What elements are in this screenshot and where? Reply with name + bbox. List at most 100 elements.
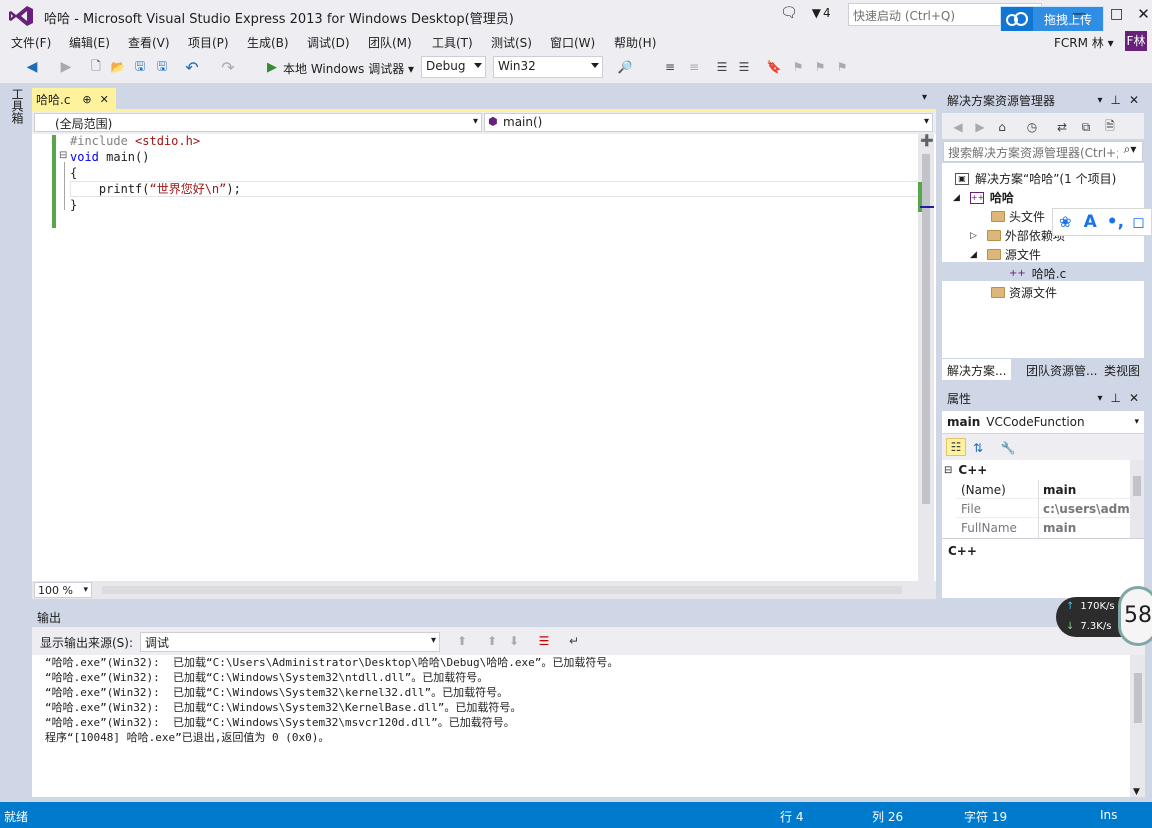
object-name: main xyxy=(947,415,981,429)
forward-icon[interactable]: ▶ xyxy=(972,119,988,135)
tree-headers[interactable]: 头文件 xyxy=(991,208,1045,225)
pin-icon[interactable]: ⊕ xyxy=(82,93,91,106)
output-source-select[interactable]: 调试 ▾ xyxy=(140,632,440,652)
maximize-button[interactable]: □ xyxy=(1110,6,1123,22)
bookmark-next-icon[interactable]: ≡ xyxy=(686,59,702,75)
menu-help[interactable]: 帮助(H) xyxy=(614,34,656,51)
close-icon[interactable]: ✕ xyxy=(1129,93,1139,107)
tree-project[interactable]: ◢ ++ 哈哈 xyxy=(953,189,1014,206)
function-dropdown[interactable]: ⬢ main() ▾ xyxy=(484,113,933,132)
word-wrap-icon[interactable]: ↵ xyxy=(566,633,582,649)
paw-icon[interactable]: ❀ xyxy=(1059,213,1072,231)
menu-edit[interactable]: 编辑(E) xyxy=(69,34,110,51)
property-row[interactable]: (Name) main xyxy=(956,480,1130,499)
menu-debug[interactable]: 调试(D) xyxy=(307,34,350,51)
close-button[interactable]: ✕ xyxy=(1137,5,1150,23)
tree-file-haha-c[interactable]: ++ 哈哈.c xyxy=(1009,265,1066,282)
menu-tools[interactable]: 工具(T) xyxy=(432,34,473,51)
save-all-icon[interactable]: 🖫 xyxy=(154,59,170,75)
search-icon[interactable]: ⌕▾ xyxy=(1118,142,1142,161)
property-row[interactable]: File c:\users\admi xyxy=(956,499,1130,518)
cup-icon[interactable]: ◻ xyxy=(1132,213,1144,231)
user-account[interactable]: FCRM 林 ▾ xyxy=(1054,34,1114,51)
start-debug-icon[interactable]: ▶ xyxy=(264,59,280,75)
property-scrollbar[interactable] xyxy=(1130,460,1144,538)
tree-source[interactable]: ◢ 源文件 xyxy=(970,246,1041,263)
memory-gauge[interactable]: 58 xyxy=(1118,586,1152,646)
menu-file[interactable]: 文件(F) xyxy=(11,34,51,51)
bookmark-clear-icon[interactable]: ⚑ xyxy=(834,59,850,75)
tree-solution[interactable]: ▣ 解决方案“哈哈”(1 个项目) xyxy=(955,170,1116,187)
tab-close-icon[interactable]: ✕ xyxy=(100,93,109,106)
notifications[interactable]: 🗨 ▼ 4 xyxy=(780,5,831,21)
redo-icon[interactable]: ↷ xyxy=(220,58,236,77)
tab-class-view[interactable]: 类视图 xyxy=(1099,359,1145,380)
find-message-icon[interactable]: ⬆ xyxy=(454,633,470,649)
tab-overflow-icon[interactable]: ▾ xyxy=(922,92,927,103)
minimize-button[interactable]: — xyxy=(1072,6,1086,22)
output-scrollbar[interactable]: ▼ xyxy=(1130,655,1145,797)
pin-icon[interactable]: ⊥ xyxy=(1110,391,1120,405)
alphabetical-icon[interactable]: ⇅ xyxy=(970,440,986,456)
find-in-files-icon[interactable]: 🔎 xyxy=(617,59,633,75)
prev-message-icon[interactable]: ⬆ xyxy=(484,633,500,649)
menu-build[interactable]: 生成(B) xyxy=(247,34,289,51)
tab-haha-c[interactable]: 哈哈.c ⊕ ✕ xyxy=(32,88,116,110)
pin-icon[interactable]: ⊥ xyxy=(1110,93,1120,107)
clear-all-icon[interactable]: ☰ xyxy=(536,633,552,649)
open-file-icon[interactable]: 📂 xyxy=(110,59,126,75)
back-icon[interactable]: ◀ xyxy=(950,119,966,135)
split-icon[interactable]: ➕ xyxy=(920,134,934,147)
tree-external[interactable]: ▷ 外部依赖项 xyxy=(970,227,1065,244)
editor-horizontal-scrollbar[interactable] xyxy=(32,581,936,599)
menu-project[interactable]: 项目(P) xyxy=(188,34,229,51)
property-row[interactable]: FullName main xyxy=(956,518,1130,537)
back-icon[interactable]: ◀ xyxy=(24,59,40,75)
history-icon[interactable]: ◷ xyxy=(1024,119,1040,135)
menu-test[interactable]: 测试(S) xyxy=(491,34,532,51)
dropdown-icon[interactable]: ▾ xyxy=(1097,393,1102,404)
scope-dropdown[interactable]: (全局范围) ▾ xyxy=(34,113,482,132)
collapse-all-icon[interactable]: ⧉ xyxy=(1078,119,1094,135)
comment-icon[interactable]: ☰ xyxy=(714,59,730,75)
editor-vertical-scrollbar[interactable]: ➕ xyxy=(918,134,934,581)
avatar[interactable]: F林 xyxy=(1125,31,1147,51)
property-object-select[interactable]: main VCCodeFunction ▾ xyxy=(942,411,1144,433)
toolbox-tab[interactable]: 工具箱 xyxy=(6,88,26,158)
punctuation-icon[interactable]: •, xyxy=(1107,212,1124,232)
save-icon[interactable]: 🖫 xyxy=(132,59,148,75)
next-message-icon[interactable]: ⬇ xyxy=(506,633,522,649)
bookmark-prev2-icon[interactable]: ⚑ xyxy=(790,59,806,75)
categorized-icon[interactable]: ☷ xyxy=(946,438,966,456)
dropdown-icon[interactable]: ▾ xyxy=(1097,95,1102,106)
menu-window[interactable]: 窗口(W) xyxy=(550,34,595,51)
code-editor[interactable] xyxy=(32,134,936,581)
text-mode-icon[interactable]: A xyxy=(1084,212,1097,232)
platform-select[interactable]: Win32 xyxy=(493,56,603,78)
property-pages-icon[interactable]: 🔧 xyxy=(1000,440,1016,456)
menu-view[interactable]: 查看(V) xyxy=(128,34,170,51)
tab-solution-explorer[interactable]: 解决方案... xyxy=(942,359,1012,380)
properties-icon[interactable]: 🗎 xyxy=(1102,119,1118,135)
start-debugger-button[interactable]: 本地 Windows 调试器 ▾ xyxy=(283,60,414,77)
bookmark-next2-icon[interactable]: ⚑ xyxy=(812,59,828,75)
new-project-icon[interactable]: 🗋 xyxy=(88,59,104,75)
configuration-select[interactable]: Debug xyxy=(421,56,486,78)
undo-icon[interactable]: ↶ xyxy=(184,58,200,77)
solution-search-input[interactable]: 搜索解决方案资源管理器(Ctrl+;) xyxy=(943,141,1143,162)
uncomment-icon[interactable]: ☰ xyxy=(736,59,752,75)
status-column: 列 26 xyxy=(872,810,904,824)
zoom-dropdown[interactable]: 100 % ▾ xyxy=(34,582,92,598)
sync-icon[interactable]: ⇄ xyxy=(1054,119,1070,135)
close-icon[interactable]: ✕ xyxy=(1129,391,1139,405)
forward-icon[interactable]: ▶ xyxy=(58,59,74,75)
chevron-down-icon[interactable]: ▼ xyxy=(1133,787,1140,797)
bookmark-icon[interactable]: 🔖 xyxy=(766,59,782,75)
home-icon[interactable]: ⌂ xyxy=(994,119,1010,135)
menu-team[interactable]: 团队(M) xyxy=(368,34,412,51)
tree-resources[interactable]: 资源文件 xyxy=(991,284,1057,301)
collapse-icon[interactable]: ⊟ xyxy=(59,150,67,161)
property-category[interactable]: ⊟ C++ xyxy=(944,463,987,477)
bookmark-prev-icon[interactable]: ≡ xyxy=(662,59,678,75)
tab-team-explorer[interactable]: 团队资源管... xyxy=(1021,359,1102,380)
